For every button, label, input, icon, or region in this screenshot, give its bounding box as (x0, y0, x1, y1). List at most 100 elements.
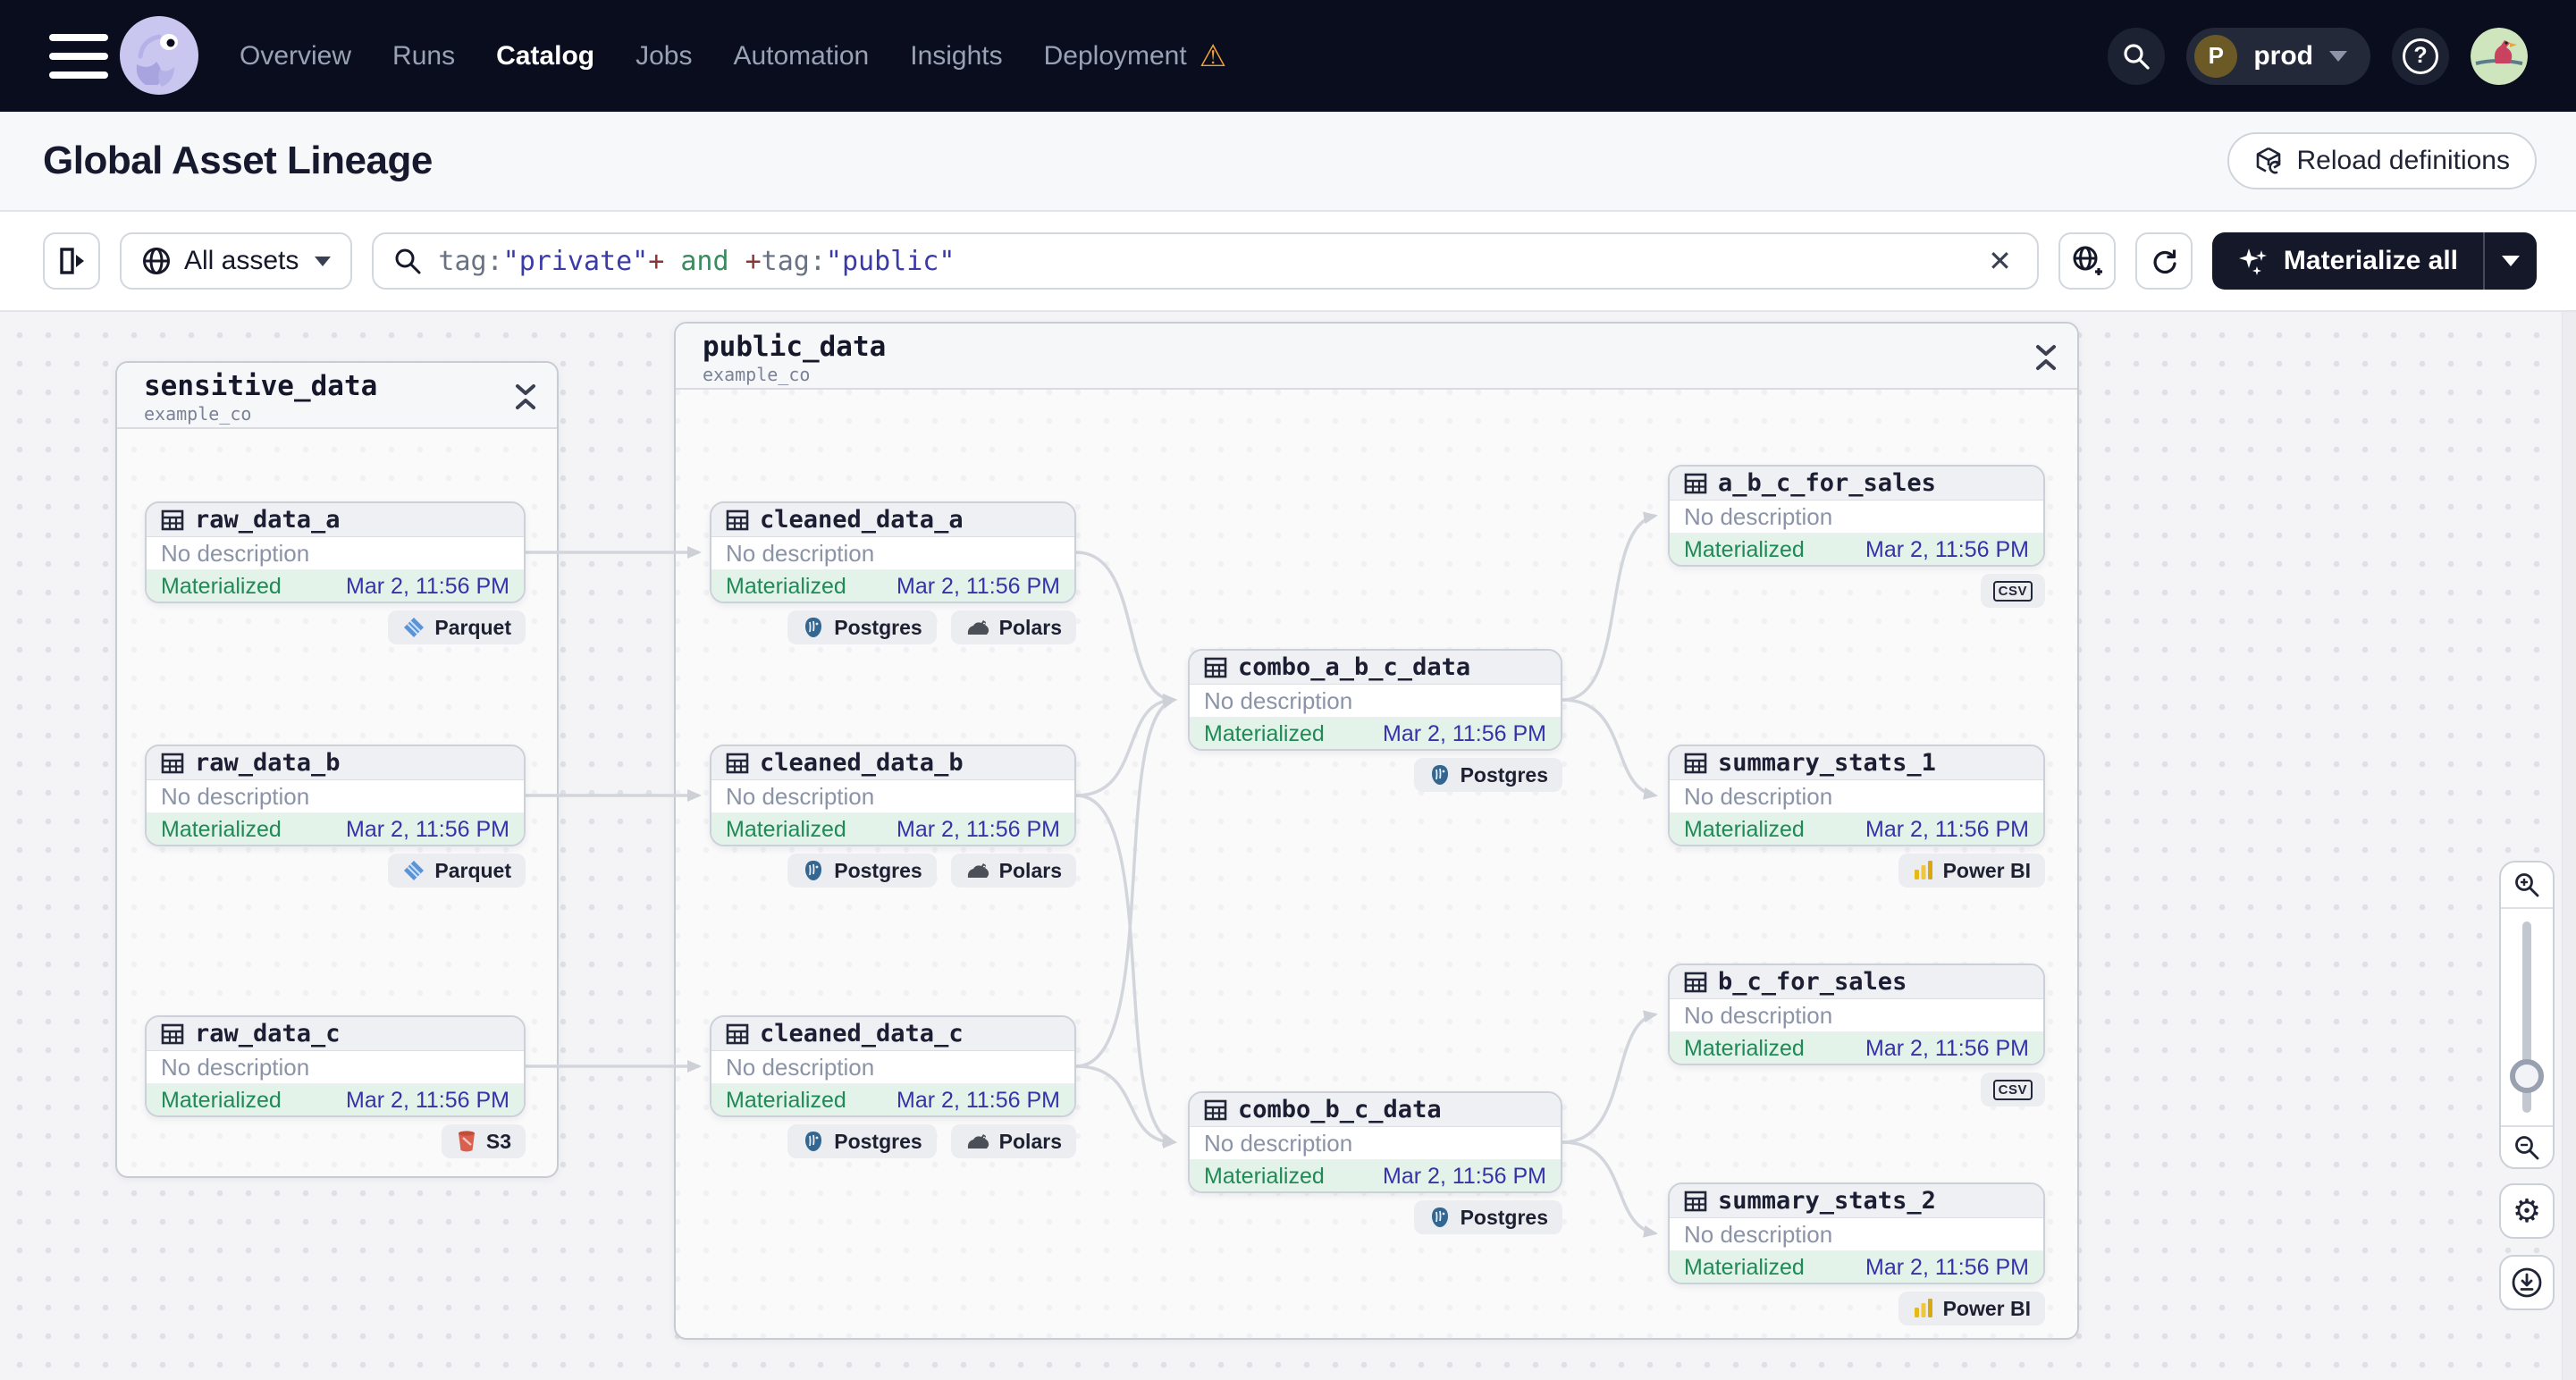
nav-item-runs[interactable]: Runs (392, 41, 455, 72)
menu-icon[interactable] (49, 34, 108, 79)
environment-name: prod (2253, 40, 2313, 71)
environment-switcher[interactable]: P prod (2186, 27, 2370, 85)
materialization-date[interactable]: Mar 2, 11:56 PM (1865, 537, 2029, 563)
table-icon (1684, 473, 1707, 493)
gear-icon: ⚙ (2512, 1192, 2542, 1229)
nav-item-jobs[interactable]: Jobs (636, 41, 692, 72)
postgres-badge[interactable]: Postgres (787, 1124, 937, 1158)
refresh-icon (2153, 249, 2176, 274)
user-avatar[interactable] (2471, 27, 2528, 85)
materialization-date[interactable]: Mar 2, 11:56 PM (897, 574, 1060, 600)
group-header[interactable]: public_data example_co (676, 324, 2077, 390)
table-icon (161, 509, 184, 530)
zoom-slider[interactable] (2501, 909, 2553, 1125)
status-badge: Materialized (161, 817, 282, 842)
materialization-date[interactable]: Mar 2, 11:56 PM (1383, 721, 1546, 747)
polars-badge[interactable]: Polars (950, 1124, 1076, 1158)
lineage-canvas[interactable]: sensitive_data example_co public_data ex… (0, 312, 2576, 1380)
asset-scope-dropdown[interactable]: All assets (120, 232, 353, 290)
asset-name: combo_b_c_data (1238, 1096, 1442, 1123)
parquet-badge[interactable]: Parquet (388, 854, 526, 888)
csv-badge[interactable]: CSV (1980, 1073, 2045, 1107)
zoom-in-button[interactable] (2501, 862, 2553, 909)
asset-node-cleaned-data-c[interactable]: cleaned_data_c No description Materializ… (710, 1015, 1076, 1117)
query-text[interactable]: tag:"private"+ and +tag:"public" (438, 246, 1966, 277)
asset-description: No description (147, 537, 524, 570)
zoom-slider-handle[interactable] (2510, 1059, 2544, 1093)
refresh-button[interactable] (2134, 232, 2193, 290)
postgres-icon (805, 861, 822, 880)
asset-node-raw-data-c[interactable]: raw_data_c No description Materialized Ma… (145, 1015, 526, 1117)
materialize-options-button[interactable] (2485, 232, 2537, 290)
materialization-date[interactable]: Mar 2, 11:56 PM (346, 817, 509, 843)
group-header[interactable]: sensitive_data example_co (117, 363, 557, 429)
materialization-date[interactable]: Mar 2, 11:56 PM (1383, 1164, 1546, 1190)
view-global-graph-button[interactable] (2058, 232, 2116, 290)
clear-query-icon[interactable]: ✕ (1983, 244, 2017, 278)
postgres-badge[interactable]: Postgres (787, 610, 937, 644)
asset-node-summary-stats-2[interactable]: summary_stats_2 No description Materiali… (1668, 1182, 2045, 1284)
csv-badge[interactable]: CSV (1980, 574, 2045, 608)
materialization-date[interactable]: Mar 2, 11:56 PM (1865, 817, 2029, 843)
asset-node-combo-b-c-data[interactable]: combo_b_c_data No description Materializ… (1188, 1091, 1562, 1193)
materialization-date[interactable]: Mar 2, 11:56 PM (1865, 1036, 2029, 1062)
asset-badges: S3 (145, 1124, 526, 1158)
open-panel-button[interactable] (43, 232, 100, 290)
polars-badge[interactable]: Polars (950, 854, 1076, 888)
graph-settings-button[interactable]: ⚙ (2499, 1183, 2555, 1239)
postgres-badge[interactable]: Postgres (787, 854, 937, 888)
asset-status-row: Materialized Mar 2, 11:56 PM (1670, 1251, 2043, 1283)
help-button[interactable]: ? (2392, 27, 2449, 85)
table-icon (1204, 657, 1227, 677)
collapse-group-icon[interactable] (514, 383, 537, 411)
asset-node-cleaned-data-b[interactable]: cleaned_data_b No description Materializ… (710, 745, 1076, 846)
group-repo: example_co (703, 364, 811, 385)
status-badge: Materialized (161, 1088, 282, 1113)
asset-status-row: Materialized Mar 2, 11:56 PM (1190, 1160, 1561, 1191)
zoom-in-icon (2515, 873, 2539, 897)
asset-node-b-c-for-sales[interactable]: b_c_for_sales No description Materialize… (1668, 963, 2045, 1065)
table-icon (1684, 972, 1707, 992)
search-button[interactable] (2108, 27, 2166, 85)
status-badge: Materialized (726, 817, 846, 842)
nav-item-catalog[interactable]: Catalog (496, 41, 594, 72)
materialization-date[interactable]: Mar 2, 11:56 PM (897, 1088, 1060, 1114)
csv-icon: CSV (1992, 1079, 2033, 1100)
asset-node-raw-data-b[interactable]: raw_data_b No description Materialized Ma… (145, 745, 526, 846)
asset-node-summary-stats-1[interactable]: summary_stats_1 No description Materiali… (1668, 745, 2045, 846)
caret-down-icon (2502, 256, 2520, 266)
nav-item-automation[interactable]: Automation (733, 41, 869, 72)
reload-definitions-button[interactable]: Reload definitions (2227, 132, 2537, 189)
materialization-date[interactable]: Mar 2, 11:56 PM (897, 817, 1060, 843)
canvas-scrollbar[interactable] (2562, 312, 2576, 1380)
materialization-date[interactable]: Mar 2, 11:56 PM (346, 1088, 509, 1114)
s3-badge[interactable]: S3 (441, 1124, 526, 1158)
dagster-app: Overview Runs Catalog Jobs Automation In… (0, 0, 2576, 1380)
asset-node-cleaned-data-a[interactable]: cleaned_data_a No description Materializ… (710, 501, 1076, 603)
asset-node-combo-a-b-c-data[interactable]: combo_a_b_c_data No description Material… (1188, 649, 1562, 751)
collapse-group-icon[interactable] (2034, 343, 2058, 372)
nav-item-insights[interactable]: Insights (910, 41, 1002, 72)
dagster-logo-icon[interactable] (119, 15, 199, 96)
asset-name: cleaned_data_c (760, 1020, 964, 1048)
zoom-out-button[interactable] (2501, 1125, 2553, 1167)
powerbi-badge[interactable]: Power BI (1898, 1292, 2045, 1325)
polars-bear-icon (967, 620, 989, 635)
globe-plus-icon (2073, 246, 2102, 275)
materialization-date[interactable]: Mar 2, 11:56 PM (346, 574, 509, 600)
powerbi-badge[interactable]: Power BI (1898, 854, 2045, 888)
nav-item-deployment[interactable]: Deployment ⚠ (1044, 41, 1227, 72)
asset-query-input[interactable]: tag:"private"+ and +tag:"public" ✕ (372, 232, 2039, 290)
postgres-badge[interactable]: Postgres (1413, 1200, 1562, 1234)
materialize-all-button[interactable]: Materialize all (2212, 232, 2483, 290)
materialization-date[interactable]: Mar 2, 11:56 PM (1865, 1255, 2029, 1281)
table-icon (161, 753, 184, 773)
asset-node-raw-data-a[interactable]: raw_data_a No description Materialized Ma… (145, 501, 526, 603)
parquet-badge[interactable]: Parquet (388, 610, 526, 644)
postgres-badge[interactable]: Postgres (1413, 758, 1562, 792)
download-graph-button[interactable] (2499, 1255, 2555, 1310)
asset-node-a-b-c-for-sales[interactable]: a_b_c_for_sales No description Materiali… (1668, 465, 2045, 567)
group-name: sensitive_data (144, 370, 378, 402)
polars-badge[interactable]: Polars (950, 610, 1076, 644)
nav-item-overview[interactable]: Overview (240, 41, 351, 72)
